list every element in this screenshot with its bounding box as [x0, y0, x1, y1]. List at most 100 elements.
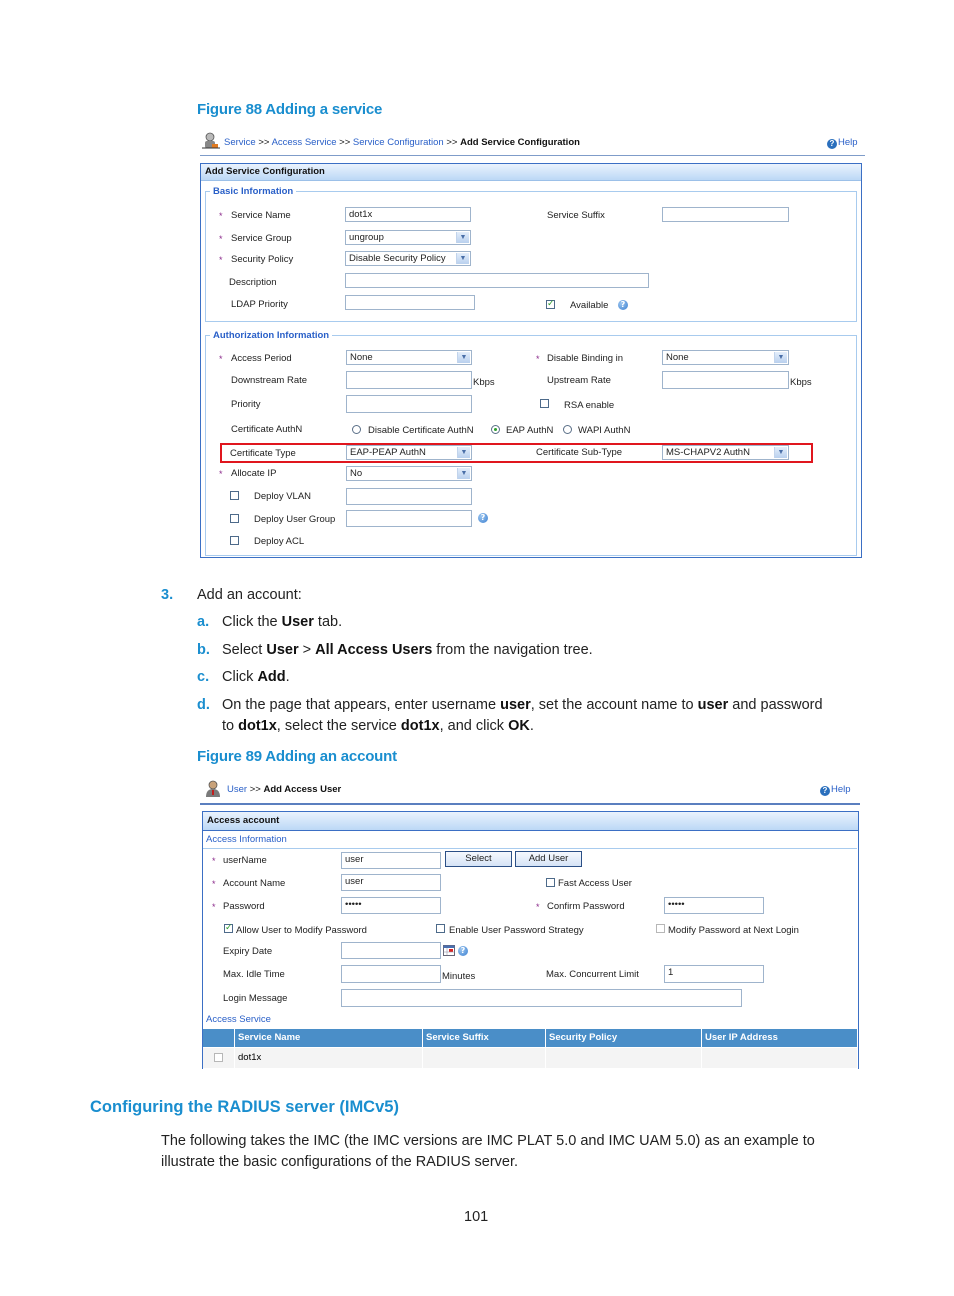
deploy-user-group-checkbox[interactable] [230, 514, 239, 523]
service-group-select[interactable]: ungroup ▼ [345, 230, 471, 245]
table-row: dot1x [203, 1048, 857, 1068]
breadcrumb-service-configuration[interactable]: Service Configuration [353, 137, 444, 148]
breadcrumb-sep: >> [339, 137, 351, 148]
fast-access-user-checkbox[interactable] [546, 878, 555, 887]
figure-89-caption: Figure 89 Adding an account [197, 748, 397, 765]
ldap-priority-input[interactable] [345, 295, 475, 310]
modify-password-next-login-checkbox[interactable] [656, 924, 665, 933]
disable-binding-select[interactable]: None ▼ [662, 350, 789, 365]
substep-a: a. [197, 614, 209, 630]
access-information-section: Access Information [206, 834, 287, 845]
account-name-label: Account Name [223, 878, 286, 889]
column-header-user-ip-address[interactable]: User IP Address [701, 1029, 857, 1047]
deploy-vlan-checkbox[interactable] [230, 491, 239, 500]
bold-text: Add [257, 669, 286, 685]
max-idle-time-input[interactable] [341, 965, 441, 983]
password-input[interactable]: ••••• [341, 897, 441, 914]
available-checkbox[interactable]: ✓ [546, 300, 555, 309]
help-question-icon[interactable]: ? [458, 946, 468, 956]
user-icon [206, 780, 220, 797]
help-link[interactable]: ? Help [827, 137, 858, 149]
rsa-enable-checkbox[interactable] [540, 399, 549, 408]
max-concurrent-limit-input[interactable]: 1 [664, 965, 764, 983]
substep-letter: b. [197, 642, 210, 658]
substep-b: b. [197, 642, 210, 658]
allow-modify-password-label: Allow User to Modify Password [236, 925, 367, 936]
help-link[interactable]: ? Help [820, 784, 851, 796]
chevron-down-icon: ▼ [774, 447, 787, 458]
certificate-subtype-select[interactable]: MS-CHAPV2 AuthN ▼ [662, 445, 789, 460]
select-button[interactable]: Select [445, 851, 512, 867]
access-period-value: None [350, 352, 373, 363]
ldap-priority-label: LDAP Priority [231, 299, 288, 310]
row-checkbox[interactable] [214, 1053, 223, 1062]
confirm-password-input[interactable]: ••••• [664, 897, 764, 914]
chevron-down-icon: ▼ [457, 447, 470, 458]
username-input[interactable]: user [341, 852, 441, 869]
service-name-input[interactable]: dot1x [345, 207, 471, 222]
service-suffix-input[interactable] [662, 207, 789, 222]
row-select-cell [203, 1048, 234, 1068]
enable-password-strategy-checkbox[interactable] [436, 924, 445, 933]
bold-text: OK [508, 718, 530, 734]
breadcrumb-sep: >> [446, 137, 458, 148]
max-idle-time-unit: Minutes [442, 971, 476, 982]
access-period-select[interactable]: None ▼ [346, 350, 472, 365]
panel-title: Add Service Configuration [201, 163, 861, 181]
column-header-service-suffix[interactable]: Service Suffix [422, 1029, 545, 1047]
certificate-type-select[interactable]: EAP-PEAP AuthN ▼ [346, 445, 472, 460]
login-message-label: Login Message [223, 993, 288, 1004]
substep-b-text: Select User > All Access Users from the … [222, 642, 593, 658]
help-question-icon[interactable]: ? [478, 513, 488, 523]
breadcrumb-service[interactable]: Service [224, 137, 256, 148]
section-divider [203, 848, 857, 849]
column-header-security-policy[interactable]: Security Policy [545, 1029, 701, 1047]
allow-modify-password-checkbox[interactable]: ✓ [224, 924, 233, 933]
allocate-ip-value: No [350, 468, 363, 479]
fast-access-user-label: Fast Access User [558, 878, 632, 889]
login-message-input[interactable] [341, 989, 742, 1007]
upstream-rate-input[interactable] [662, 371, 789, 389]
breadcrumb: User >> Add Access User [227, 784, 341, 795]
bold-text: user [697, 697, 729, 713]
breadcrumb-user[interactable]: User [227, 784, 247, 795]
help-question-icon[interactable]: ? [618, 300, 628, 310]
chevron-down-icon: ▼ [774, 352, 787, 363]
downstream-rate-input[interactable] [346, 371, 472, 389]
help-label: Help [831, 784, 851, 795]
required-marker: * [536, 902, 540, 912]
radio-disable-certificate-authn[interactable] [352, 425, 361, 434]
cell-user-ip-address [701, 1048, 857, 1068]
basic-information-legend: Basic Information [213, 186, 294, 197]
text: On the page that appears, enter username [222, 697, 501, 713]
security-policy-select[interactable]: Disable Security Policy ▼ [345, 251, 471, 266]
add-user-button[interactable]: Add User [515, 851, 582, 867]
account-name-input[interactable]: user [341, 874, 441, 891]
certificate-authn-label: Certificate AuthN [231, 424, 303, 435]
radio-wapi-authn[interactable] [563, 425, 572, 434]
deploy-acl-checkbox[interactable] [230, 536, 239, 545]
help-icon: ? [827, 139, 837, 149]
breadcrumb: Service >> Access Service >> Service Con… [224, 137, 580, 148]
text: , and click [439, 718, 509, 734]
allocate-ip-select[interactable]: No ▼ [346, 466, 472, 481]
description-input[interactable] [345, 273, 649, 288]
text: > [298, 642, 316, 658]
radio-eap-authn[interactable] [491, 425, 500, 434]
max-concurrent-limit-label: Max. Concurrent Limit [546, 969, 639, 980]
services-table-header: Service Name Service Suffix Security Pol… [203, 1029, 857, 1047]
bold-text: dot1x [400, 718, 440, 734]
column-header-service-name[interactable]: Service Name [234, 1029, 422, 1047]
deploy-vlan-input[interactable] [346, 488, 472, 505]
text: from the navigation tree. [432, 642, 593, 658]
priority-label: Priority [231, 399, 261, 410]
expiry-date-input[interactable] [341, 942, 441, 959]
breadcrumb-access-service[interactable]: Access Service [272, 137, 337, 148]
deploy-user-group-input[interactable] [346, 510, 472, 527]
cell-service-suffix [422, 1048, 545, 1068]
downstream-rate-label: Downstream Rate [231, 375, 308, 386]
priority-input[interactable] [346, 395, 472, 413]
calendar-icon[interactable] [443, 945, 455, 956]
service-user-icon [202, 132, 220, 149]
substep-d-line2: to dot1x, select the service dot1x, and … [222, 718, 534, 734]
